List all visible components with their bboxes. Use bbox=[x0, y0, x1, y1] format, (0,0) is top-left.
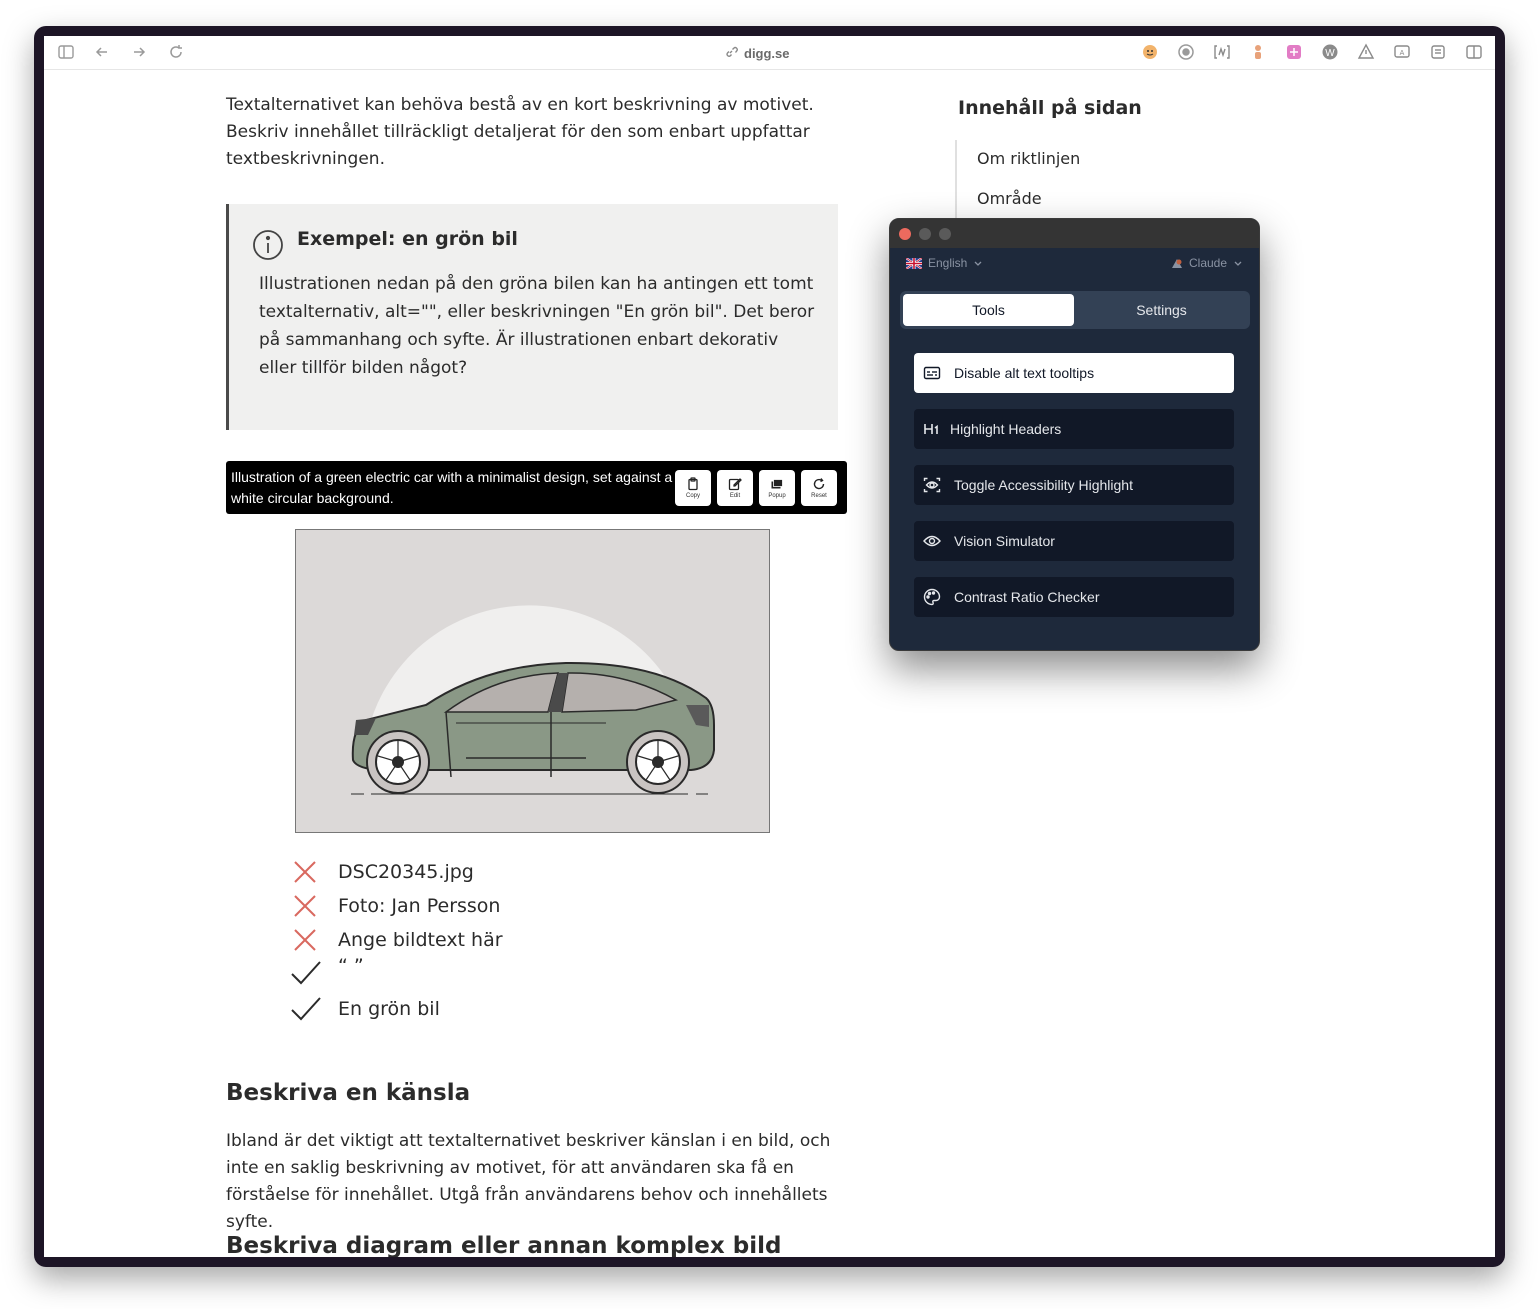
language-label: English bbox=[928, 256, 968, 270]
link-icon bbox=[724, 45, 738, 62]
browser-toolbar: digg.se W A bbox=[44, 36, 1495, 70]
checklist-item: En grön bil bbox=[291, 995, 791, 1029]
copy-button-label: Copy bbox=[685, 493, 700, 499]
uk-flag-icon bbox=[906, 257, 922, 269]
popup-icon bbox=[771, 479, 783, 489]
tool-label: Contrast Ratio Checker bbox=[954, 589, 1100, 605]
checklist-item: “ ” bbox=[291, 955, 791, 993]
reload-icon[interactable] bbox=[166, 42, 186, 62]
extension-wordpress-icon[interactable]: W bbox=[1321, 43, 1339, 61]
checklist-item-label: “ ” bbox=[338, 955, 364, 977]
alt-text-content: Illustration of a green electric car wit… bbox=[231, 469, 673, 506]
copy-button[interactable]: Copy bbox=[675, 470, 711, 506]
info-icon bbox=[252, 229, 284, 261]
checklist-item: Ange bildtext här bbox=[291, 926, 791, 960]
address-bar[interactable]: digg.se bbox=[724, 44, 790, 62]
close-window-button[interactable] bbox=[899, 228, 911, 240]
extension-triangle-icon[interactable] bbox=[1357, 43, 1375, 61]
caption-icon bbox=[922, 363, 942, 383]
callout-body: Illustrationen nedan på den gröna bilen … bbox=[259, 274, 815, 378]
browser-window: digg.se W A Textalternativet kan behöva … bbox=[44, 36, 1495, 1257]
language-select[interactable]: English bbox=[906, 256, 983, 270]
checklist-item-label: Foto: Jan Persson bbox=[338, 895, 501, 917]
extension-notes-icon[interactable] bbox=[1429, 43, 1447, 61]
zoom-window-button[interactable] bbox=[939, 228, 951, 240]
example-callout: Exempel: en grön bil Illustrationen neda… bbox=[226, 204, 838, 430]
contrast-ratio-checker-button[interactable]: Contrast Ratio Checker bbox=[914, 577, 1234, 617]
eye-icon bbox=[922, 531, 942, 551]
checklist-item-label: DSC20345.jpg bbox=[338, 861, 474, 883]
focus-eye-icon bbox=[922, 475, 942, 495]
reset-icon bbox=[813, 478, 825, 490]
section-paragraph-feeling: Ibland är det viktigt att textalternativ… bbox=[226, 1131, 831, 1232]
tool-label: Vision Simulator bbox=[954, 533, 1055, 549]
popup-button-label: Popup bbox=[768, 493, 786, 499]
reset-button-label: Reset bbox=[811, 493, 827, 499]
reset-button[interactable]: Reset bbox=[801, 470, 837, 506]
section-heading-feeling: Beskriva en känsla bbox=[226, 1080, 471, 1106]
extension-translate-icon[interactable]: A bbox=[1393, 43, 1411, 61]
tab-tools[interactable]: Tools bbox=[903, 294, 1074, 326]
extension-figure-icon[interactable] bbox=[1249, 43, 1267, 61]
disable-alt-text-tooltips-button[interactable]: Disable alt text tooltips bbox=[914, 353, 1234, 393]
provider-label: Claude bbox=[1189, 256, 1228, 270]
toggle-accessibility-highlight-button[interactable]: Toggle Accessibility Highlight bbox=[914, 465, 1234, 505]
checklist-item-label: Ange bildtext här bbox=[338, 929, 503, 951]
callout-title: Exempel: en grön bil bbox=[297, 228, 518, 250]
sidebar-toggle-icon[interactable] bbox=[56, 42, 76, 62]
tool-label: Toggle Accessibility Highlight bbox=[954, 477, 1133, 493]
edit-icon bbox=[728, 478, 742, 491]
vision-simulator-button[interactable]: Vision Simulator bbox=[914, 521, 1234, 561]
palette-icon bbox=[922, 587, 942, 607]
green-car-illustration bbox=[295, 529, 770, 833]
page-content: Textalternativet kan behöva bestå av en … bbox=[44, 70, 1495, 1257]
provider-select[interactable]: Claude bbox=[1169, 256, 1243, 270]
provider-icon bbox=[1169, 258, 1183, 269]
extension-pink-icon[interactable] bbox=[1285, 43, 1303, 61]
toc-link-omrade[interactable]: Område bbox=[977, 189, 1042, 208]
section-heading-complex: Beskriva diagram eller annan komplex bil… bbox=[226, 1233, 782, 1257]
tool-label: Highlight Headers bbox=[950, 421, 1062, 437]
extension-html-icon[interactable] bbox=[1213, 43, 1231, 61]
accessibility-tools-panel: English Claude Tools Settings Disable al… bbox=[889, 218, 1260, 651]
toc-title: Innehåll på sidan bbox=[958, 97, 1142, 119]
highlight-headers-button[interactable]: Highlight Headers bbox=[914, 409, 1234, 449]
forward-arrow-icon[interactable] bbox=[129, 42, 149, 62]
url-text: digg.se bbox=[744, 45, 790, 61]
split-view-icon[interactable] bbox=[1465, 43, 1483, 61]
checkmark-icon bbox=[291, 959, 321, 987]
extension-face-icon[interactable] bbox=[1141, 43, 1159, 61]
tool-label: Disable alt text tooltips bbox=[954, 365, 1095, 381]
tab-settings[interactable]: Settings bbox=[1076, 294, 1247, 326]
alt-text-tooltip: Illustration of a green electric car wit… bbox=[226, 461, 847, 514]
panel-titlebar bbox=[890, 219, 1259, 248]
checkmark-icon bbox=[291, 995, 321, 1023]
panel-header: English Claude bbox=[890, 248, 1259, 280]
checklist-item: DSC20345.jpg bbox=[291, 858, 791, 892]
back-arrow-icon[interactable] bbox=[92, 42, 112, 62]
checklist-item: Foto: Jan Persson bbox=[291, 892, 791, 926]
toc-link-om-riktlinjen[interactable]: Om riktlinjen bbox=[977, 149, 1080, 168]
intro-paragraph: Textalternativet kan behöva bestå av en … bbox=[226, 95, 814, 169]
minimize-window-button[interactable] bbox=[919, 228, 931, 240]
chevron-down-icon bbox=[974, 261, 982, 266]
cross-icon bbox=[291, 892, 321, 920]
svg-text:A: A bbox=[1400, 50, 1405, 57]
clipboard-icon bbox=[688, 477, 698, 491]
extension-target-icon[interactable] bbox=[1177, 43, 1195, 61]
cross-icon bbox=[291, 858, 321, 886]
panel-tabs: Tools Settings bbox=[900, 291, 1250, 329]
popup-button[interactable]: Popup bbox=[759, 470, 795, 506]
cross-icon bbox=[291, 926, 321, 954]
chevron-down-icon bbox=[1234, 261, 1242, 266]
edit-button-label: Edit bbox=[729, 493, 741, 499]
h1-icon bbox=[922, 419, 942, 439]
checklist-item-label: En grön bil bbox=[338, 998, 440, 1020]
svg-text:W: W bbox=[1325, 48, 1335, 59]
edit-button[interactable]: Edit bbox=[717, 470, 753, 506]
